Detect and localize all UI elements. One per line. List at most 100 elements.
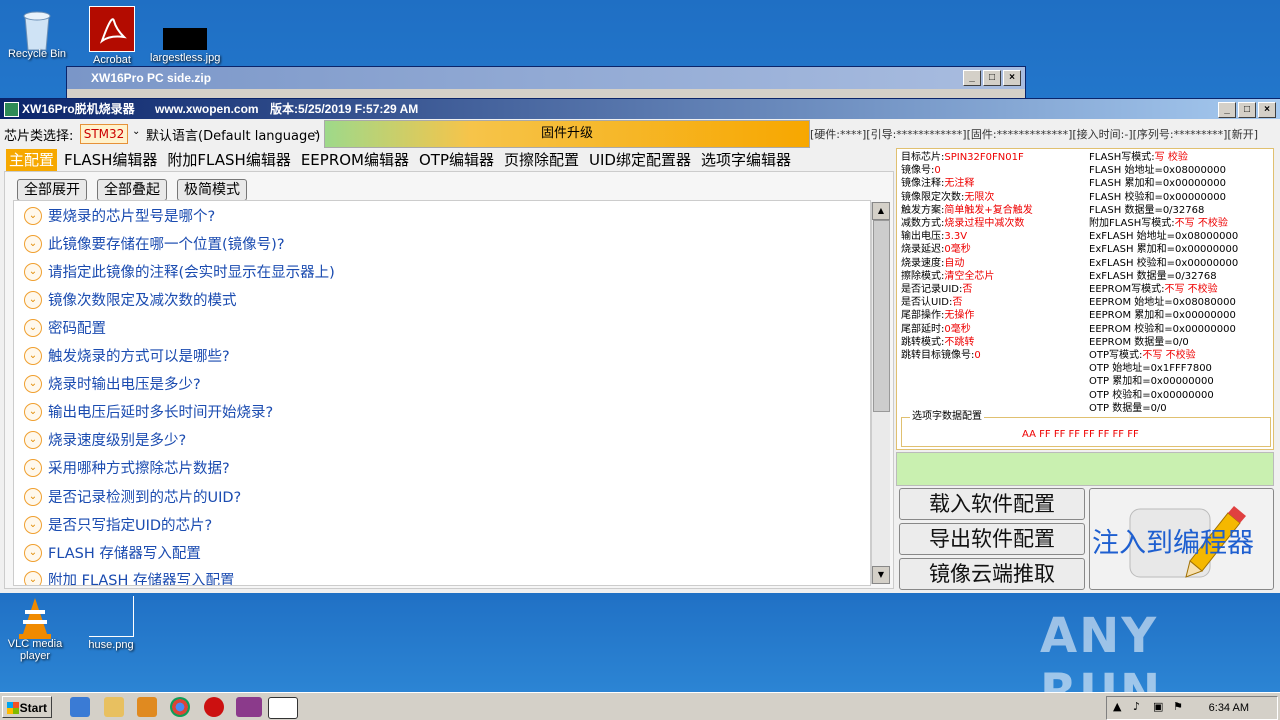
tab-uid-binding[interactable]: UID绑定配置器 — [586, 149, 694, 171]
summary-panel: 目标芯片:SPIN32F0FN01F 镜像号:0 镜像注释:无注释 镜像限定次数:无限… — [896, 146, 1276, 592]
desktop-icon-vlc[interactable]: VLC media player — [0, 596, 70, 662]
flag-icon[interactable]: ⚑ — [1173, 700, 1183, 713]
summary-key: OTP写模式: — [1089, 350, 1143, 362]
chevron-down-icon[interactable]: ⌄ — [24, 262, 42, 281]
inject-to-programmer-button[interactable]: 注入到编程器 — [1089, 488, 1274, 590]
scroll-up-arrow-icon[interactable]: ▲ — [872, 202, 890, 220]
list-item[interactable]: ⌄ 是否记录检测到的芯片的UID? — [24, 486, 241, 507]
network-icon[interactable]: ▣ — [1153, 700, 1163, 713]
chevron-down-icon[interactable]: ⌄ — [24, 346, 42, 365]
list-item[interactable]: ⌄ 采用哪种方式擦除芯片数据? — [24, 457, 230, 478]
summary-value: 0 — [934, 165, 941, 177]
chevron-down-icon[interactable]: ⌄ — [24, 318, 42, 337]
summary-key: FLASH 数据量=0/32768 — [1089, 204, 1205, 216]
cloud-fetch-button[interactable]: 镜像云端推取 — [899, 558, 1085, 590]
list-item[interactable]: ⌄ 触发烧录的方式可以是哪些? — [24, 345, 230, 366]
summary-key: 镜像限定次数: — [901, 191, 965, 203]
summary-key: OTP 始地址=0x1FFF7800 — [1089, 363, 1212, 375]
tab-eeprom-editor[interactable]: EEPROM编辑器 — [298, 149, 412, 171]
summary-row: OTP 数据量=0/0 — [1089, 402, 1238, 415]
chevron-down-icon[interactable]: ⌄ — [24, 487, 42, 506]
chevron-down-icon[interactable]: ⌄ — [24, 290, 42, 309]
acrobat-icon — [89, 6, 135, 52]
tab-main-config[interactable]: 主配置 — [6, 149, 58, 171]
close-button[interactable]: × — [1258, 102, 1276, 118]
start-button[interactable]: Start — [2, 696, 52, 718]
option-bytes-value: AA FF FF FF FF FF FF FF — [1022, 429, 1139, 440]
summary-key: 是否记录UID: — [901, 284, 963, 296]
summary-value: 0毫秒 — [944, 323, 971, 335]
language-select[interactable]: 默认语言(Default language) — [146, 125, 320, 144]
collapse-all-button[interactable]: 全部叠起 — [97, 179, 167, 201]
chevron-down-icon[interactable]: ⌄ — [24, 206, 42, 225]
close-button[interactable]: × — [1003, 70, 1021, 86]
list-item[interactable]: ⌄ 附加 FLASH 存储器写入配置 — [24, 569, 235, 585]
expand-all-button[interactable]: 全部展开 — [17, 179, 87, 201]
list-item[interactable]: ⌄ FLASH 存储器写入配置 — [24, 542, 201, 563]
summary-row: EEPROM写模式:不写 不校验 — [1089, 283, 1238, 296]
maximize-button[interactable]: □ — [1238, 102, 1256, 118]
xw16pro-task-icon[interactable] — [268, 697, 298, 719]
minimize-button[interactable]: _ — [963, 70, 981, 86]
app-titlebar[interactable]: XW16Pro脱机烧录器 www.xwopen.com 版本:5/25/2019… — [0, 99, 1280, 119]
minimize-button[interactable]: _ — [1218, 102, 1236, 118]
chevron-down-icon[interactable]: ⌄ — [312, 126, 320, 137]
media-player-icon[interactable] — [137, 697, 157, 717]
scroll-thumb[interactable] — [873, 220, 890, 412]
list-item[interactable]: ⌄ 密码配置 — [24, 317, 106, 338]
chevron-down-icon[interactable]: ⌄ — [132, 126, 140, 137]
summary-value: 写 校验 — [1154, 152, 1188, 163]
list-item[interactable]: ⌄ 此镜像要存储在哪一个位置(镜像号)? — [24, 233, 285, 254]
list-item[interactable]: ⌄ 输出电压后延时多长时间开始烧录? — [24, 401, 273, 422]
minimal-mode-button[interactable]: 极简模式 — [177, 179, 247, 201]
summary-value: 烧录过程中减次数 — [944, 218, 1025, 230]
scroll-down-arrow-icon[interactable]: ▼ — [872, 566, 890, 584]
export-config-button[interactable]: 导出软件配置 — [899, 523, 1085, 555]
desktop-icon-huse[interactable]: huse.png — [76, 596, 146, 651]
chevron-down-icon[interactable]: ⌄ — [24, 570, 42, 585]
chrome-icon[interactable] — [170, 697, 190, 717]
tab-page-erase[interactable]: 页擦除配置 — [501, 149, 582, 171]
list-item[interactable]: ⌄ 镜像次数限定及减次数的模式 — [24, 289, 237, 310]
chevron-down-icon[interactable]: ⌄ — [24, 374, 42, 393]
winrar-icon[interactable] — [236, 697, 262, 717]
chevron-down-icon[interactable]: ⌄ — [24, 430, 42, 449]
maximize-button[interactable]: □ — [983, 70, 1001, 86]
tab-flash-editor[interactable]: FLASH编辑器 — [61, 149, 160, 171]
chip-type-select[interactable]: STM32 — [80, 124, 128, 144]
summary-value: 清空全芯片 — [944, 270, 995, 282]
speaker-icon[interactable]: ♪ — [1133, 700, 1140, 713]
desktop-icon-largestless[interactable]: largestless.jpg — [150, 6, 220, 64]
summary-key: FLASH 校验和=0x00000000 — [1089, 191, 1226, 203]
list-item[interactable]: ⌄ 烧录速度级别是多少? — [24, 429, 186, 450]
tab-ext-flash-editor[interactable]: 附加FLASH编辑器 — [164, 149, 293, 171]
chevron-down-icon[interactable]: ⌄ — [24, 458, 42, 477]
vertical-scrollbar[interactable]: ▲ ▼ — [871, 202, 890, 584]
top-toolbar: 芯片类选择: STM32 ⌄ 默认语言(Default language) ⌄ … — [0, 120, 1280, 148]
summary-row: 烧录速度:自动 — [901, 257, 1033, 270]
list-item[interactable]: ⌄ 是否只写指定UID的芯片? — [24, 514, 212, 535]
tab-option-bytes[interactable]: 选项字编辑器 — [698, 149, 794, 171]
desktop-icon-recycle-bin[interactable]: Recycle Bin — [2, 6, 72, 60]
chevron-down-icon[interactable]: ⌄ — [24, 234, 42, 253]
desktop-icon-acrobat[interactable]: Acrobat — [77, 6, 147, 66]
app-title: XW16Pro脱机烧录器 — [22, 102, 135, 116]
opera-icon[interactable] — [204, 697, 224, 717]
summary-key: EEPROM 校验和=0x00000000 — [1089, 323, 1236, 335]
chevron-down-icon[interactable]: ⌄ — [24, 543, 42, 562]
list-item[interactable]: ⌄ 请指定此镜像的注释(会实时显示在显示器上) — [24, 261, 335, 282]
folder-icon[interactable] — [104, 697, 124, 717]
tab-otp-editor[interactable]: OTP编辑器 — [416, 149, 497, 171]
list-item[interactable]: ⌄ 要烧录的芯片型号是哪个? — [24, 205, 215, 226]
list-item[interactable]: ⌄ 烧录时输出电压是多少? — [24, 373, 201, 394]
background-window-titlebar[interactable]: XW16Pro PC side.zip _ □ × — [67, 67, 1025, 89]
firmware-upgrade-button[interactable]: 固件升级 — [324, 120, 810, 148]
chevron-down-icon[interactable]: ⌄ — [24, 402, 42, 421]
ie-icon[interactable] — [70, 697, 90, 717]
summary-value: 不跳转 — [944, 336, 975, 348]
load-config-button[interactable]: 载入软件配置 — [899, 488, 1085, 520]
tray-arrow-icon[interactable]: ▲ — [1113, 700, 1121, 713]
chevron-down-icon[interactable]: ⌄ — [24, 515, 42, 534]
app-website: www.xwopen.com — [155, 102, 259, 116]
clock[interactable]: 6:34 AM — [1209, 702, 1249, 714]
